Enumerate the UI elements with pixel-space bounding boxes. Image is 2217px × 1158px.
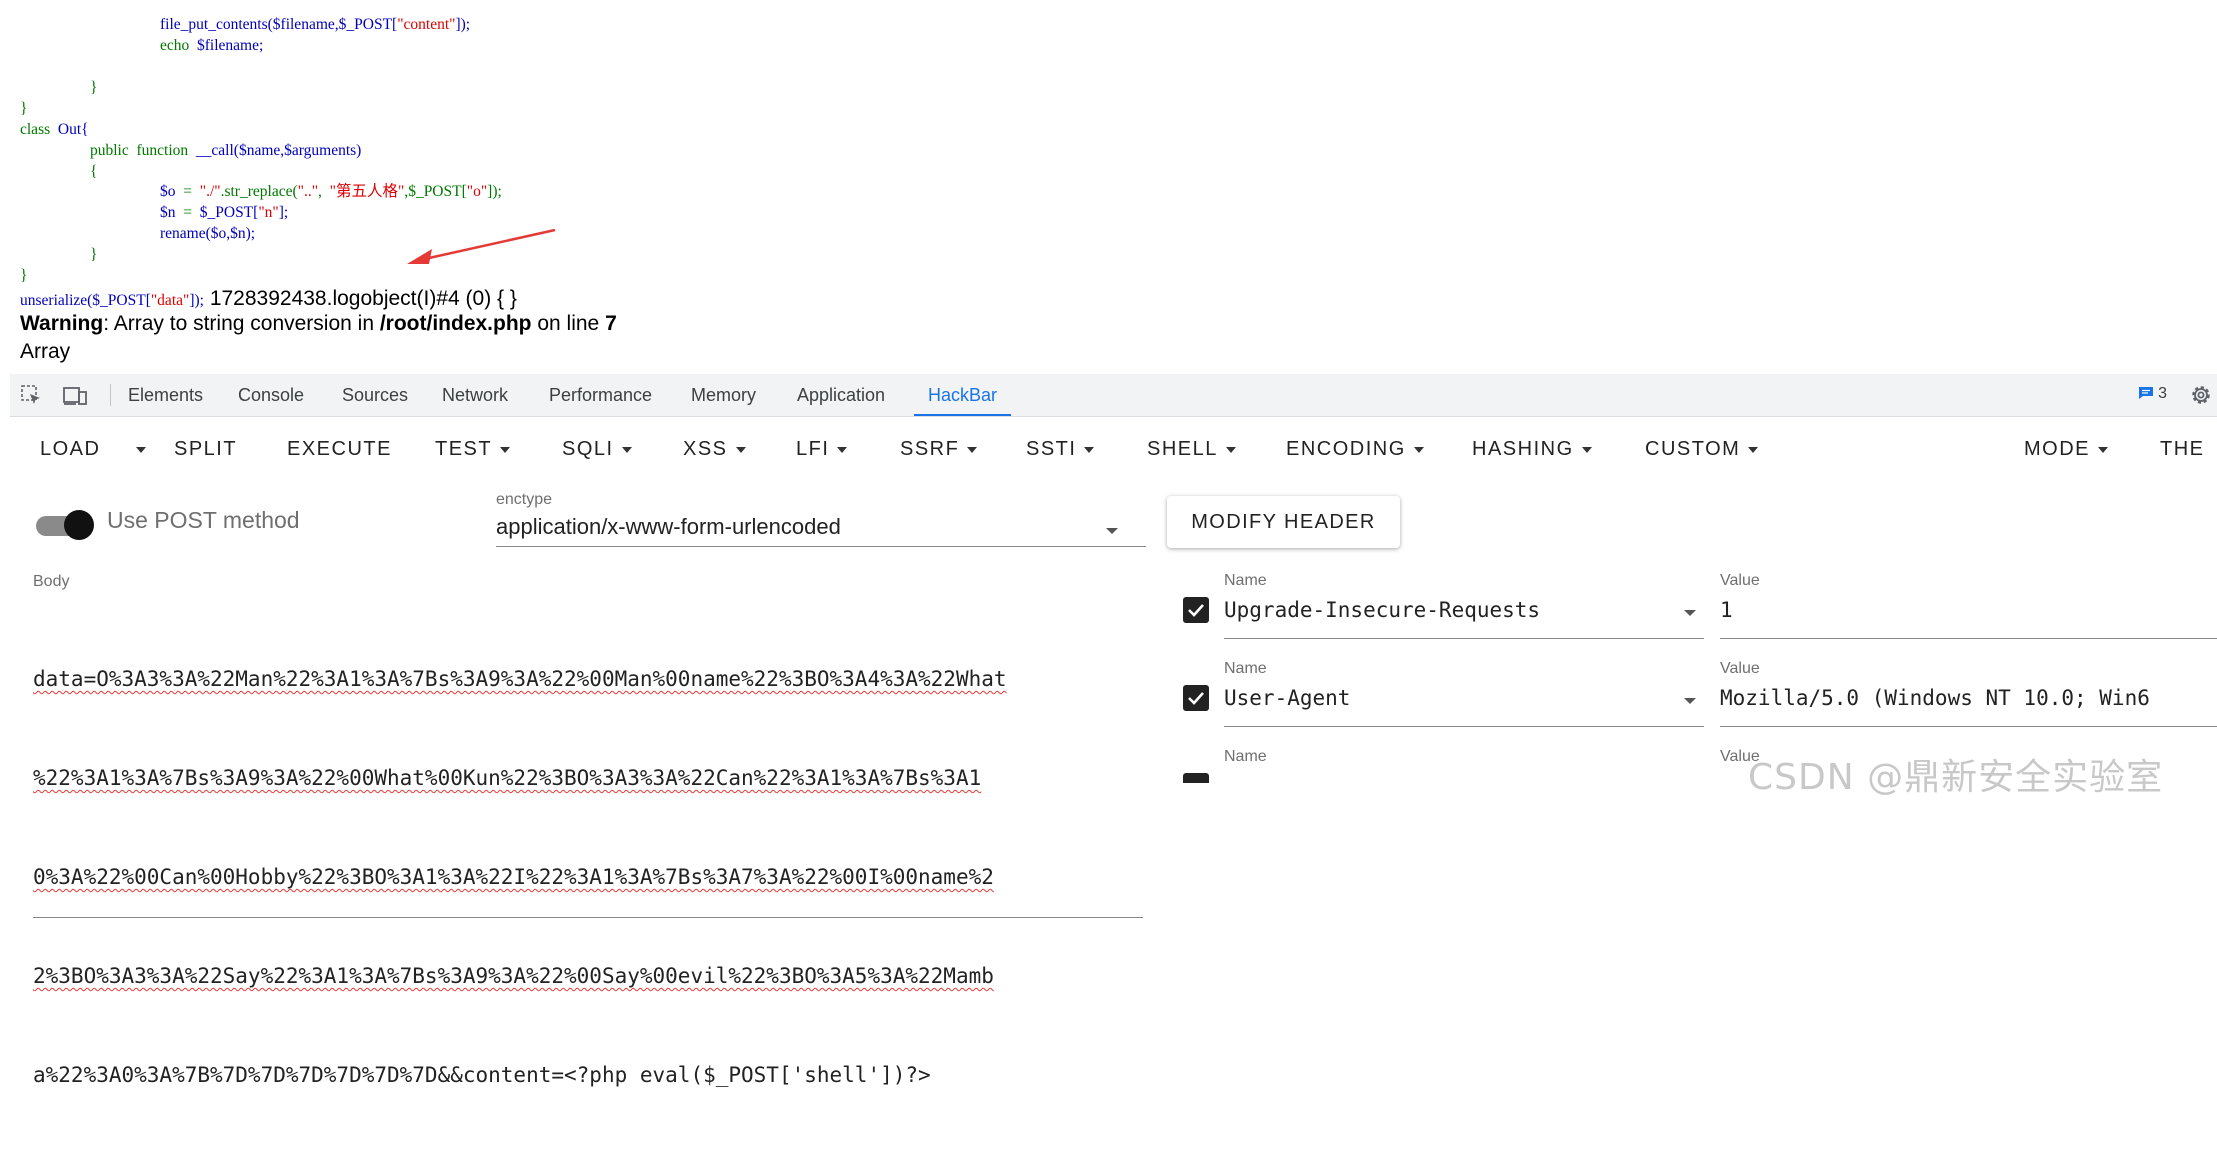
enctype-select[interactable]: application/x-www-form-urlencoded: [496, 514, 841, 540]
chevron-down-icon: [1413, 446, 1424, 453]
header-value-label: Value: [1720, 572, 1760, 589]
tab-elements[interactable]: Elements: [128, 374, 203, 416]
body-underline: [33, 917, 1143, 918]
header-checkbox[interactable]: [1183, 773, 1209, 783]
chevron-down-icon: [136, 446, 146, 453]
tab-performance[interactable]: Performance: [549, 374, 652, 416]
use-post-toggle[interactable]: [36, 508, 94, 542]
tab-hackbar[interactable]: HackBar: [913, 374, 1012, 416]
chevron-down-icon[interactable]: [1682, 696, 1698, 706]
load-dropdown-button[interactable]: [128, 438, 146, 461]
xss-menu[interactable]: XSS: [683, 438, 746, 461]
warning-line: Warning: Array to string conversion in /…: [20, 312, 617, 335]
issues-counter[interactable]: 3: [2138, 385, 2167, 403]
enctype-underline: [496, 546, 1146, 547]
theme-menu[interactable]: THE: [2160, 438, 2205, 461]
header-name-field[interactable]: Upgrade-Insecure-Requests: [1224, 598, 1540, 622]
chevron-down-icon[interactable]: [1104, 526, 1120, 536]
red-arrow-annotation: [407, 228, 556, 264]
sqli-menu[interactable]: SQLI: [562, 438, 632, 461]
body-line: a%22%3A0%3A%7B%7D%7D%7D%7D%7D%7D&&conten…: [33, 1063, 931, 1087]
test-menu[interactable]: TEST: [435, 438, 511, 461]
check-icon: [1188, 604, 1204, 617]
chevron-down-icon: [837, 446, 848, 453]
chevron-down-icon: [1581, 446, 1592, 453]
header-name-label: Name: [1224, 572, 1267, 589]
mode-menu[interactable]: MODE: [2024, 438, 2108, 461]
device-toolbar-icon[interactable]: [62, 384, 88, 408]
inspect-element-icon[interactable]: [20, 384, 44, 408]
load-button[interactable]: LOAD: [40, 438, 100, 461]
body-label: Body: [33, 573, 70, 590]
chevron-down-icon: [1225, 446, 1236, 453]
chevron-down-icon: [967, 446, 978, 453]
devtools-tab-bar: Elements Console Sources Network Perform…: [10, 374, 2217, 417]
header-checkbox[interactable]: [1183, 597, 1209, 623]
shell-menu[interactable]: SHELL: [1147, 438, 1236, 461]
chevron-down-icon: [1084, 446, 1095, 453]
hackbar-toolbar: LOAD SPLIT EXECUTE TEST SQLI XSS LFI SSR…: [10, 416, 2217, 478]
chevron-down-icon: [621, 446, 632, 453]
check-icon: [1188, 692, 1204, 705]
chevron-down-icon: [500, 446, 511, 453]
header-value-field[interactable]: 1: [1720, 598, 2217, 622]
use-post-label: Use POST method: [107, 507, 300, 533]
header-name-label: Name: [1224, 660, 1267, 677]
php-source-view: file_put_contents($filename,$_POST["cont…: [0, 0, 2217, 372]
body-textarea[interactable]: data=O%3A3%3A%22Man%22%3A1%3A%7Bs%3A9%3A…: [33, 597, 1143, 1158]
settings-gear-icon[interactable]: [2189, 383, 2213, 407]
encoding-menu[interactable]: ENCODING: [1286, 438, 1424, 461]
header-name-field[interactable]: User-Agent: [1224, 686, 1350, 710]
header-value-field[interactable]: Mozilla/5.0 (Windows NT 10.0; Win6: [1720, 686, 2217, 710]
modify-header-button[interactable]: MODIFY HEADER: [1167, 496, 1400, 548]
chevron-down-icon: [2098, 446, 2108, 453]
header-value-label: Value: [1720, 660, 1760, 677]
ssrf-menu[interactable]: SSRF: [900, 438, 978, 461]
body-line: 2%3BO%3A3%3A%22Say%22%3A1%3A%7Bs%3A9%3A%…: [33, 964, 994, 988]
lfi-menu[interactable]: LFI: [796, 438, 848, 461]
tab-divider: [110, 384, 111, 406]
chevron-down-icon: [1748, 446, 1759, 453]
array-output: Array: [20, 340, 71, 363]
tab-application[interactable]: Application: [797, 374, 885, 416]
message-icon: [2138, 387, 2153, 399]
tab-sources[interactable]: Sources: [342, 374, 408, 416]
split-button[interactable]: SPLIT: [174, 438, 237, 461]
chevron-down-icon: [735, 446, 746, 453]
devtools-panel: Elements Console Sources Network Perform…: [10, 374, 2217, 1087]
header-checkbox[interactable]: [1183, 685, 1209, 711]
body-line: %22%3A1%3A%7Bs%3A9%3A%22%00What%00Kun%22…: [33, 766, 982, 790]
tab-network[interactable]: Network: [442, 374, 508, 416]
tab-console[interactable]: Console: [238, 374, 304, 416]
execute-button[interactable]: EXECUTE: [287, 438, 392, 461]
issues-count: 3: [2158, 385, 2167, 402]
tab-memory[interactable]: Memory: [691, 374, 756, 416]
enctype-label: enctype: [496, 491, 553, 508]
chevron-down-icon[interactable]: [1682, 608, 1698, 618]
custom-menu[interactable]: CUSTOM: [1645, 438, 1759, 461]
body-line: data=O%3A3%3A%22Man%22%3A1%3A%7Bs%3A9%3A…: [33, 667, 1007, 691]
hashing-menu[interactable]: HASHING: [1472, 438, 1592, 461]
body-line: 0%3A%22%00Can%00Hobby%22%3BO%3A1%3A%22I%…: [33, 865, 994, 889]
csdn-watermark: CSDN @鼎新安全实验室: [1748, 757, 2164, 798]
ssti-menu[interactable]: SSTI: [1026, 438, 1095, 461]
header-name-label: Name: [1224, 748, 1267, 765]
